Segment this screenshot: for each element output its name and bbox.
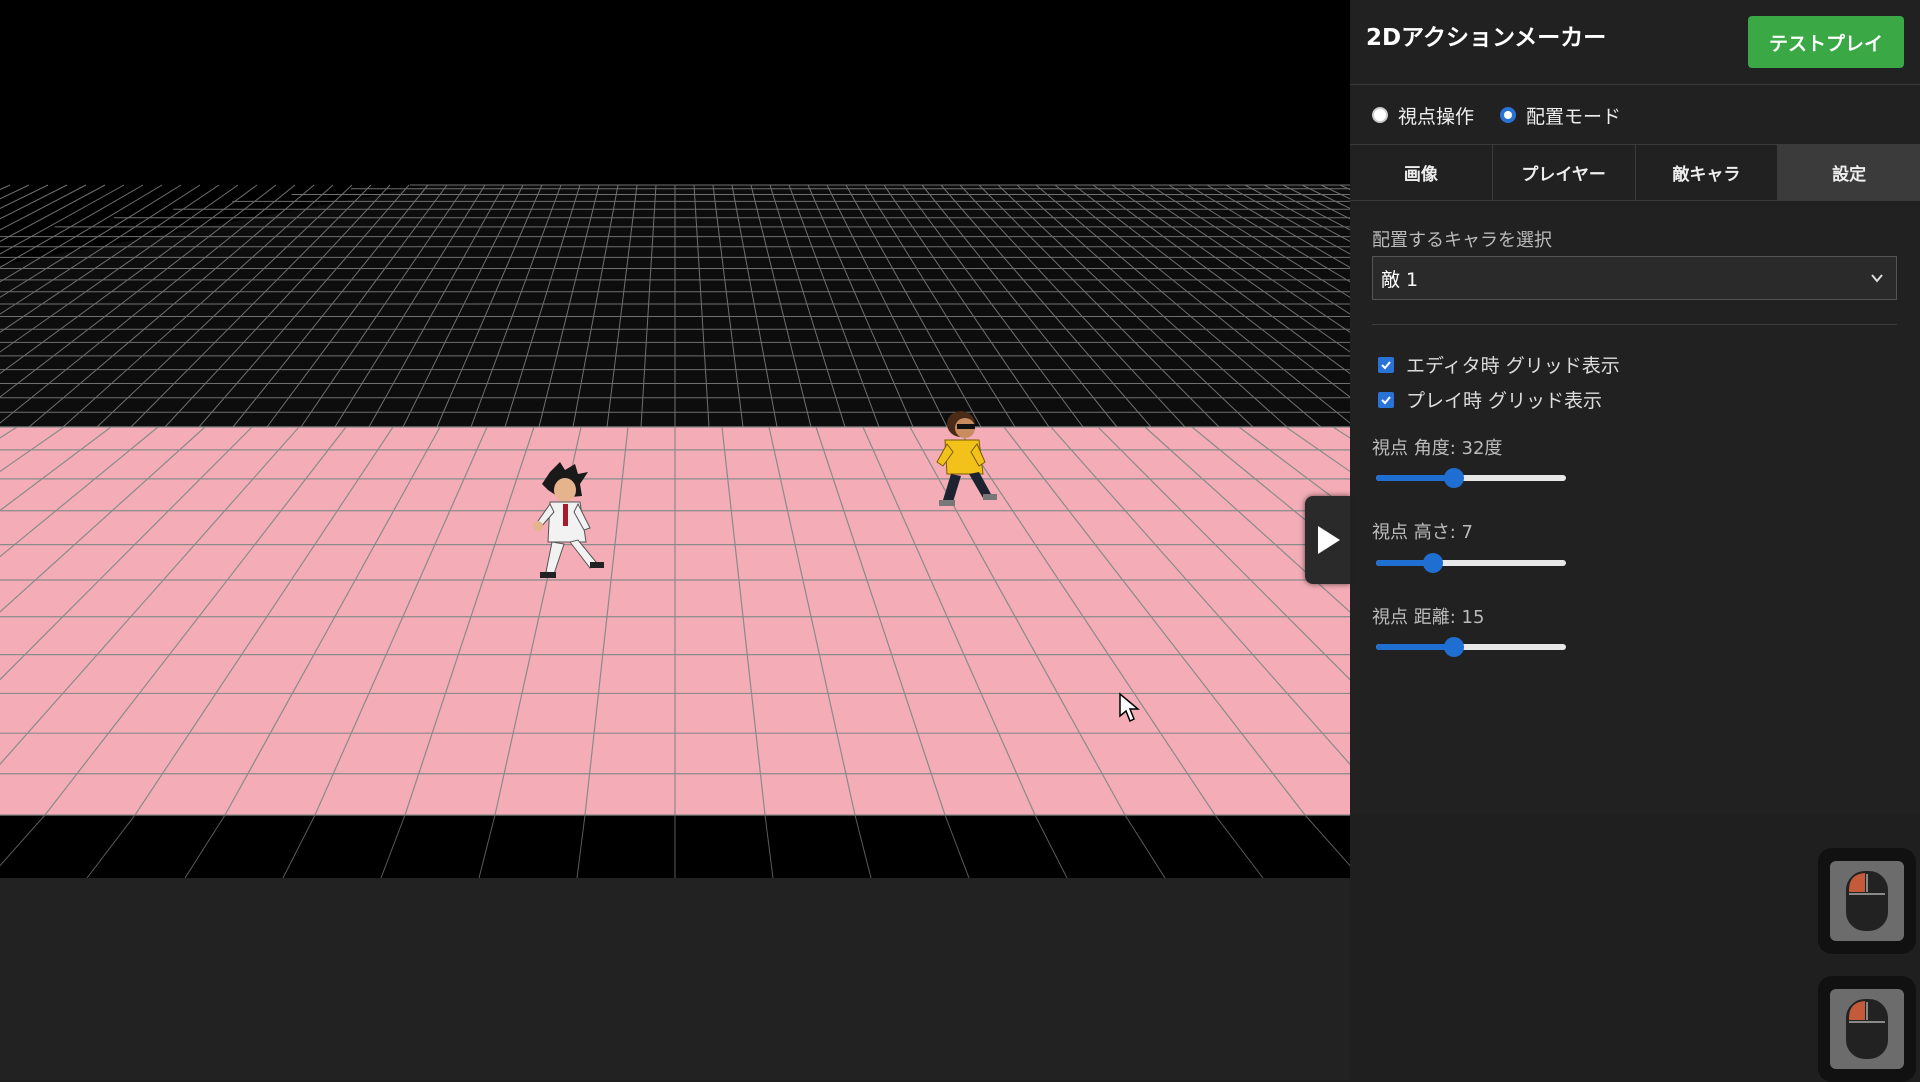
mode-label-place[interactable]: 配置モード <box>1526 102 1621 129</box>
left-click-hint-button[interactable] <box>1818 848 1916 954</box>
tab-bar: 画像 プレイヤー 敵キャラ 設定 <box>1350 144 1920 201</box>
mouse-right-click-icon <box>1846 999 1888 1059</box>
panel-toggle-button[interactable] <box>1305 496 1351 584</box>
play-grid-label: プレイ時 グリッド表示 <box>1406 390 1603 412</box>
camera-height-slider[interactable] <box>1376 551 1566 575</box>
tab-images[interactable]: 画像 <box>1350 145 1493 200</box>
camera-distance-label: 視点 距離: 15 <box>1372 607 1485 628</box>
place-character-value: 敵 1 <box>1381 268 1419 291</box>
camera-angle-slider[interactable] <box>1376 466 1566 490</box>
viewport-lower-area <box>0 878 1350 1080</box>
camera-distance-slider[interactable] <box>1376 635 1566 659</box>
enemy-character[interactable] <box>925 410 1005 510</box>
tab-player[interactable]: プレイヤー <box>1493 145 1636 200</box>
stage-scene[interactable] <box>0 0 1350 878</box>
player-character[interactable] <box>520 462 610 582</box>
camera-height-label: 視点 高さ: 7 <box>1372 522 1473 543</box>
app-title: 2Dアクションメーカー <box>1366 25 1607 51</box>
mode-label-view[interactable]: 視点操作 <box>1398 102 1474 129</box>
foreground-grid <box>0 814 1350 878</box>
game-viewport[interactable] <box>0 0 1350 878</box>
place-character-label: 配置するキャラを選択 <box>1372 230 1552 251</box>
play-grid-toggle[interactable]: プレイ時 グリッド表示 <box>1378 386 1602 413</box>
chevron-down-icon <box>1871 274 1883 283</box>
mode-radio-view[interactable] <box>1372 107 1388 123</box>
panel-header: 2Dアクションメーカー テストプレイ <box>1350 0 1920 85</box>
slider-thumb[interactable] <box>1443 468 1464 488</box>
slider-thumb[interactable] <box>1423 553 1443 573</box>
place-character-select[interactable]: 敵 1 <box>1372 256 1897 300</box>
play-icon <box>1318 526 1340 554</box>
right-click-hint-button[interactable] <box>1818 976 1916 1082</box>
editor-grid-toggle[interactable]: エディタ時 グリッド表示 <box>1378 351 1620 378</box>
checkmark-icon <box>1381 395 1391 404</box>
slider-thumb[interactable] <box>1443 637 1464 657</box>
tab-settings[interactable]: 設定 <box>1778 145 1920 200</box>
mode-radio-place[interactable] <box>1500 107 1517 123</box>
tab-enemies[interactable]: 敵キャラ <box>1636 145 1779 200</box>
editor-grid-label: エディタ時 グリッド表示 <box>1406 355 1620 377</box>
testplay-button[interactable]: テストプレイ <box>1748 16 1904 68</box>
section-divider <box>1372 324 1897 325</box>
play-grid-checkbox[interactable] <box>1378 391 1394 408</box>
camera-angle-label: 視点 角度: 32度 <box>1372 438 1503 459</box>
background-grid <box>0 184 1350 428</box>
mouse-left-click-icon <box>1846 871 1888 931</box>
editor-grid-checkbox[interactable] <box>1378 356 1394 373</box>
mode-selector: 視点操作 配置モード <box>1372 100 1647 130</box>
editor-panel: 2Dアクションメーカー テストプレイ 視点操作 配置モード 画像 プレイヤー 敵… <box>1350 0 1920 815</box>
checkmark-icon <box>1381 360 1391 369</box>
mouse-cursor-icon <box>1119 692 1140 723</box>
